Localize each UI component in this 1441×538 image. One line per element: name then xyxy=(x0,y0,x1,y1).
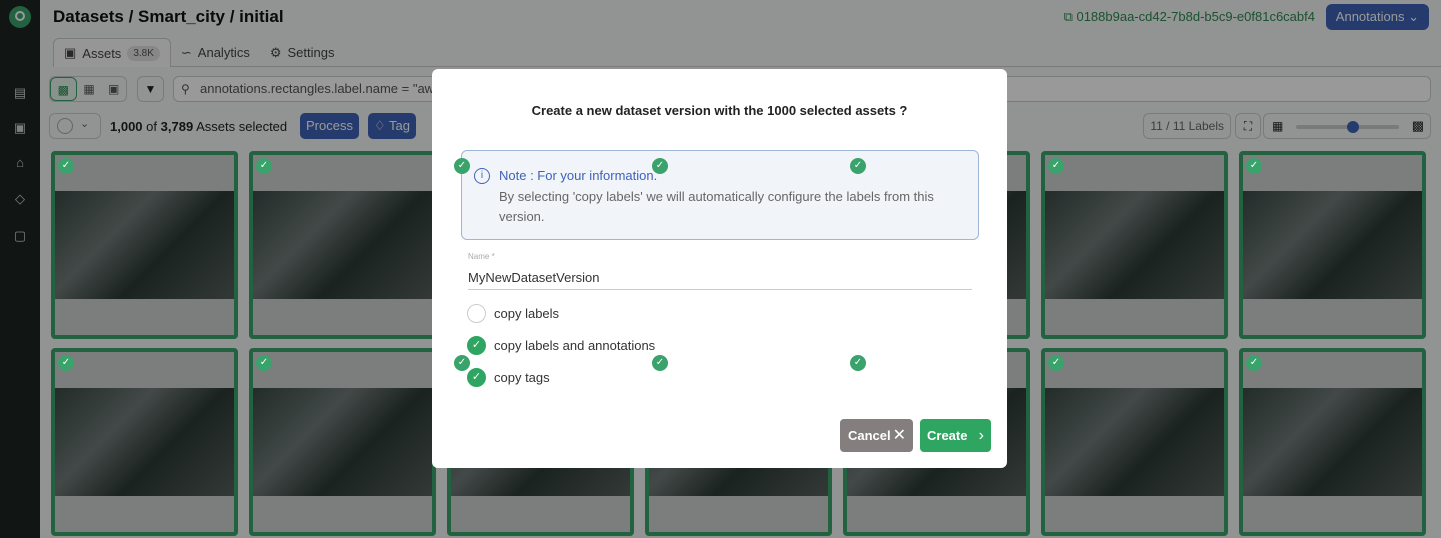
check-icon[interactable]: ✓ xyxy=(58,158,74,174)
option-copy-labels-and-annotations[interactable]: ✓ copy labels and annotations xyxy=(467,336,655,355)
cancel-button[interactable]: Cancel ✕ xyxy=(840,419,913,452)
check-icon[interactable]: ✓ xyxy=(256,355,272,371)
radio-unchecked[interactable] xyxy=(467,304,486,323)
check-icon[interactable]: ✓ xyxy=(1048,158,1064,174)
create-version-dialog: Create a new dataset version with the 10… xyxy=(432,69,1007,468)
name-label: Name * xyxy=(468,252,495,261)
dialog-title: Create a new dataset version with the 10… xyxy=(531,103,908,118)
name-field[interactable] xyxy=(468,265,972,290)
info-icon: i xyxy=(474,168,490,184)
note-title: Note : For your information. xyxy=(499,168,658,183)
option-label: copy labels xyxy=(494,306,560,321)
check-icon[interactable]: ✓ xyxy=(652,355,668,371)
cancel-label: Cancel xyxy=(848,428,891,443)
check-icon[interactable]: ✓ xyxy=(467,336,486,355)
check-icon[interactable]: ✓ xyxy=(454,355,470,371)
check-icon[interactable]: ✓ xyxy=(454,158,470,174)
check-icon[interactable]: ✓ xyxy=(256,158,272,174)
check-icon[interactable]: ✓ xyxy=(652,158,668,174)
option-copy-labels[interactable]: copy labels xyxy=(467,304,559,323)
info-note: i Note : For your information. By select… xyxy=(461,150,979,240)
check-icon[interactable]: ✓ xyxy=(467,368,486,387)
check-icon[interactable]: ✓ xyxy=(1048,355,1064,371)
chevron-right-icon: › xyxy=(978,427,984,444)
option-label: copy tags xyxy=(494,370,550,385)
option-label: copy labels and annotations xyxy=(494,338,656,353)
create-label: Create xyxy=(927,428,968,443)
check-icon[interactable]: ✓ xyxy=(1246,158,1262,174)
check-icon[interactable]: ✓ xyxy=(58,355,74,371)
check-icon[interactable]: ✓ xyxy=(1246,355,1262,371)
option-copy-tags[interactable]: ✓ copy tags xyxy=(467,368,550,387)
close-icon: ✕ xyxy=(892,427,906,444)
check-icon[interactable]: ✓ xyxy=(850,158,866,174)
note-body: By selecting 'copy labels' we will autom… xyxy=(499,189,934,224)
create-button[interactable]: Create › xyxy=(920,419,991,452)
check-icon[interactable]: ✓ xyxy=(850,355,866,371)
